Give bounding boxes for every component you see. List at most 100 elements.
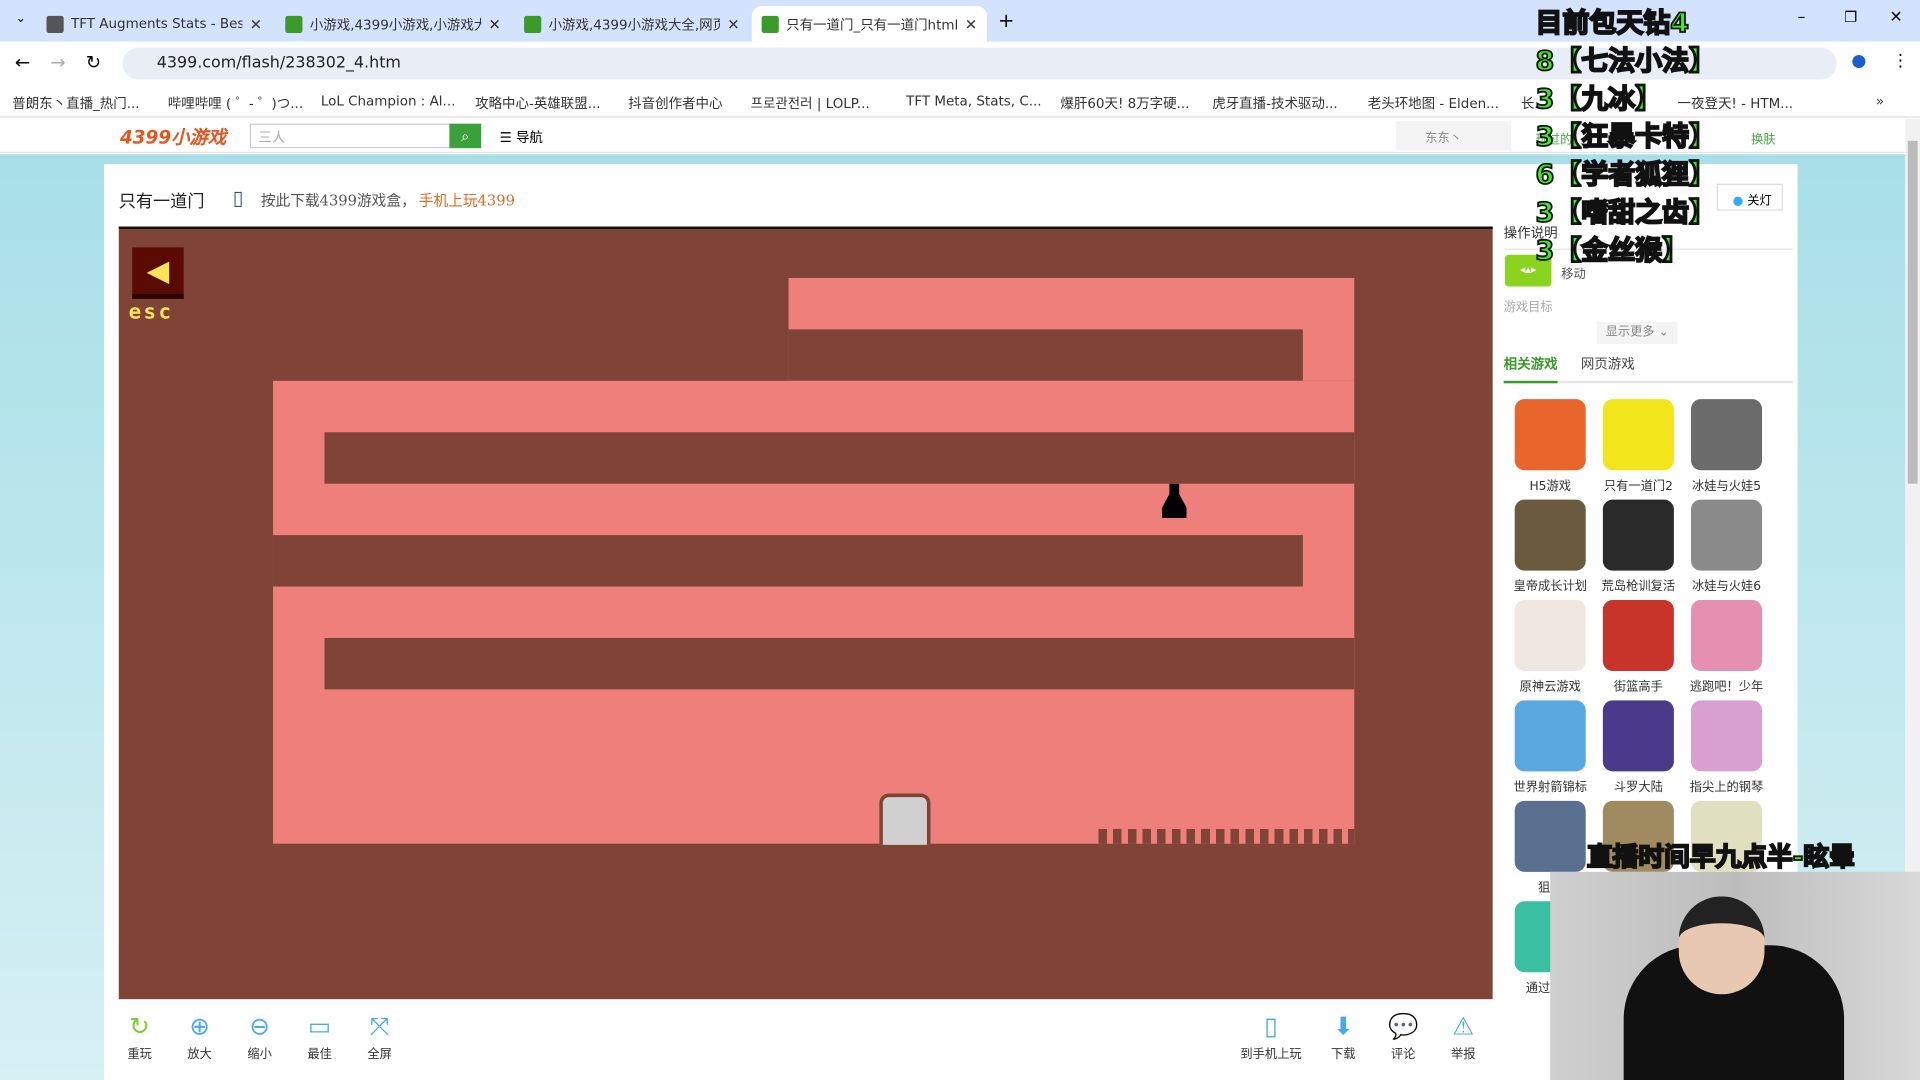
skin-link[interactable]: 换肤: [1751, 129, 1775, 146]
game-name: 原神云游戏: [1519, 680, 1581, 695]
toolbar-button[interactable]: ▯ 到手机上玩: [1234, 1011, 1307, 1061]
overlay-line: 3【嗜甜之齿】: [1535, 197, 1717, 229]
toolbar-button[interactable]: ↻ 重玩: [115, 1011, 164, 1061]
game-thumbnail: [1691, 700, 1763, 772]
game-name: 皇帝成长计划: [1513, 580, 1587, 594]
toolbar-icon: ▭: [308, 1011, 332, 1041]
download-text: 按此下载4399游戏盒，: [260, 192, 416, 210]
site-search-input[interactable]: 三人: [249, 123, 451, 149]
profile-icon[interactable]: ●: [1851, 51, 1866, 71]
toolbar-label: 到手机上玩: [1240, 1048, 1302, 1062]
streamer-face: [1678, 896, 1765, 995]
close-tab-icon[interactable]: ✕: [727, 15, 739, 32]
related-game-item[interactable]: 冰娃与火娃5: [1679, 399, 1775, 493]
toolbar-icon: 💬: [1388, 1011, 1419, 1041]
bookmark[interactable]: TFT Meta, Stats, C...: [906, 93, 1041, 109]
related-game-item[interactable]: 指尖上的钢琴: [1679, 700, 1775, 795]
game-name: 世界射箭锦标: [1513, 781, 1587, 795]
maze-wall: [273, 535, 1303, 587]
game-name: 街篮高手: [1613, 680, 1663, 695]
related-game-item[interactable]: 世界射箭锦标: [1502, 700, 1598, 795]
new-tab-button[interactable]: +: [998, 9, 1014, 32]
bookmark[interactable]: 哔哩哔哩 ( ゜- ゜)つ...: [168, 93, 303, 113]
game-thumbnail: [1602, 600, 1674, 672]
related-game-item[interactable]: 只有一道门2: [1591, 399, 1687, 493]
site-logo[interactable]: 4399小游戏: [120, 124, 226, 150]
toolbar-icon: ▯: [1264, 1011, 1278, 1041]
bookmark[interactable]: LoL Champion : Al...: [321, 93, 456, 109]
tab-related-games[interactable]: 相关游戏: [1503, 354, 1558, 384]
toolbar-button[interactable]: ⚠ 举报: [1439, 1011, 1488, 1061]
overlay-line: 3【九冰】: [1535, 84, 1663, 116]
show-more-button[interactable]: 显示更多 ⌄: [1596, 322, 1678, 345]
menu-icon[interactable]: ⋮: [1892, 51, 1909, 71]
toolbar-button[interactable]: ⬇ 下载: [1319, 1011, 1368, 1061]
toolbar-button[interactable]: ⤧ 全屏: [355, 1011, 404, 1061]
related-game-item[interactable]: 斗罗大陆: [1591, 700, 1687, 795]
bookmark[interactable]: 抖音创作者中心: [628, 93, 722, 113]
maze-wall: [788, 329, 1303, 381]
nav-menu[interactable]: ☰ 导航: [500, 127, 543, 147]
maze-wall: [324, 432, 1355, 484]
tab-1[interactable]: TFT Augments Stats - Best A✕: [37, 6, 272, 42]
related-game-item[interactable]: 荒岛枪训复活: [1591, 499, 1687, 594]
goal-label: 游戏目标: [1503, 301, 1553, 315]
related-game-item[interactable]: 皇帝成长计划: [1502, 499, 1598, 594]
stream-schedule-banner: 直播时间早九点半-眩晕: [1586, 842, 1856, 873]
user-menu[interactable]: 东东丶: [1395, 121, 1512, 151]
toolbar-label: 最佳: [307, 1048, 332, 1062]
toolbar-button[interactable]: ⊕ 放大: [175, 1011, 224, 1061]
game-thumbnail: [1514, 800, 1586, 872]
tab-web-games[interactable]: 网页游戏: [1581, 354, 1635, 374]
game-thumbnail: [1602, 700, 1674, 772]
bookmark[interactable]: 普朗东丶直播_热门...: [12, 93, 139, 113]
game-title: 只有一道门: [118, 192, 205, 212]
close-tab-icon[interactable]: ✕: [250, 15, 262, 32]
back-arrow-icon[interactable]: ◀: [132, 247, 184, 299]
game-name: 逃跑吧！少年: [1689, 680, 1764, 695]
lights-off-button[interactable]: ● 关灯: [1716, 183, 1783, 211]
toolbar-button[interactable]: ⊖ 缩小: [235, 1011, 284, 1061]
close-tab-icon[interactable]: ✕: [488, 15, 500, 32]
bulb-icon: ●: [1732, 194, 1744, 209]
related-game-item[interactable]: 冰娃与火娃6: [1679, 499, 1775, 594]
tab-4-active[interactable]: 只有一道门_只有一道门html5游✕: [751, 6, 987, 42]
game-thumbnail: [1602, 499, 1674, 571]
bookmark[interactable]: 老头环地图 - Elden...: [1368, 93, 1499, 113]
webcam-feed: [1550, 871, 1920, 1080]
bookmark[interactable]: 虎牙直播-技术驱动...: [1212, 93, 1337, 113]
download-link[interactable]: 手机上玩4399: [419, 190, 515, 211]
forward-icon[interactable]: →: [50, 51, 65, 73]
toolbar-label: 放大: [187, 1048, 212, 1062]
toolbar-label: 下载: [1331, 1048, 1356, 1062]
bookmark[interactable]: 프로관전러 | LOLP...: [751, 93, 870, 113]
reload-icon[interactable]: ↻: [86, 51, 101, 73]
game-thumbnail: [1514, 399, 1586, 471]
close-window-button[interactable]: ✕: [1889, 9, 1902, 27]
game-canvas[interactable]: ◀ esc: [118, 226, 1493, 1000]
tab-2[interactable]: 小游戏,4399小游戏,小游戏大全✕: [276, 6, 511, 42]
toolbar-button[interactable]: 💬 评论: [1379, 1011, 1428, 1061]
related-game-item[interactable]: 原神云游戏: [1502, 600, 1598, 694]
close-tab-icon[interactable]: ✕: [965, 15, 977, 32]
game-thumbnail: [1691, 499, 1763, 571]
tab-3[interactable]: 小游戏,4399小游戏大全,网页游✕: [514, 6, 749, 42]
back-icon[interactable]: ←: [15, 51, 30, 73]
toolbar-label: 缩小: [247, 1048, 272, 1062]
bookmark[interactable]: 爆肝60天! 8万字硬...: [1060, 93, 1189, 113]
game-name: 只有一道门2: [1603, 480, 1673, 494]
toolbar-label: 全屏: [367, 1048, 392, 1062]
related-game-item[interactable]: H5游戏: [1502, 399, 1598, 493]
related-game-item[interactable]: 逃跑吧！少年: [1679, 600, 1775, 694]
search-button[interactable]: ⌕: [449, 123, 482, 149]
toolbar-button[interactable]: ▭ 最佳: [295, 1011, 344, 1061]
bookmark[interactable]: 攻略中心-英雄联盟...: [475, 93, 600, 113]
game-name: 冰娃与火娃6: [1692, 580, 1762, 594]
tab-search-chevron-icon[interactable]: ⌄: [10, 9, 32, 31]
more-bookmarks-icon[interactable]: »: [1876, 93, 1884, 109]
minimize-button[interactable]: –: [1798, 9, 1806, 27]
game-thumbnail: [1691, 600, 1763, 672]
exit-door: [879, 793, 931, 845]
related-game-item[interactable]: 街篮高手: [1591, 600, 1687, 694]
restore-button[interactable]: ❐: [1844, 9, 1857, 26]
